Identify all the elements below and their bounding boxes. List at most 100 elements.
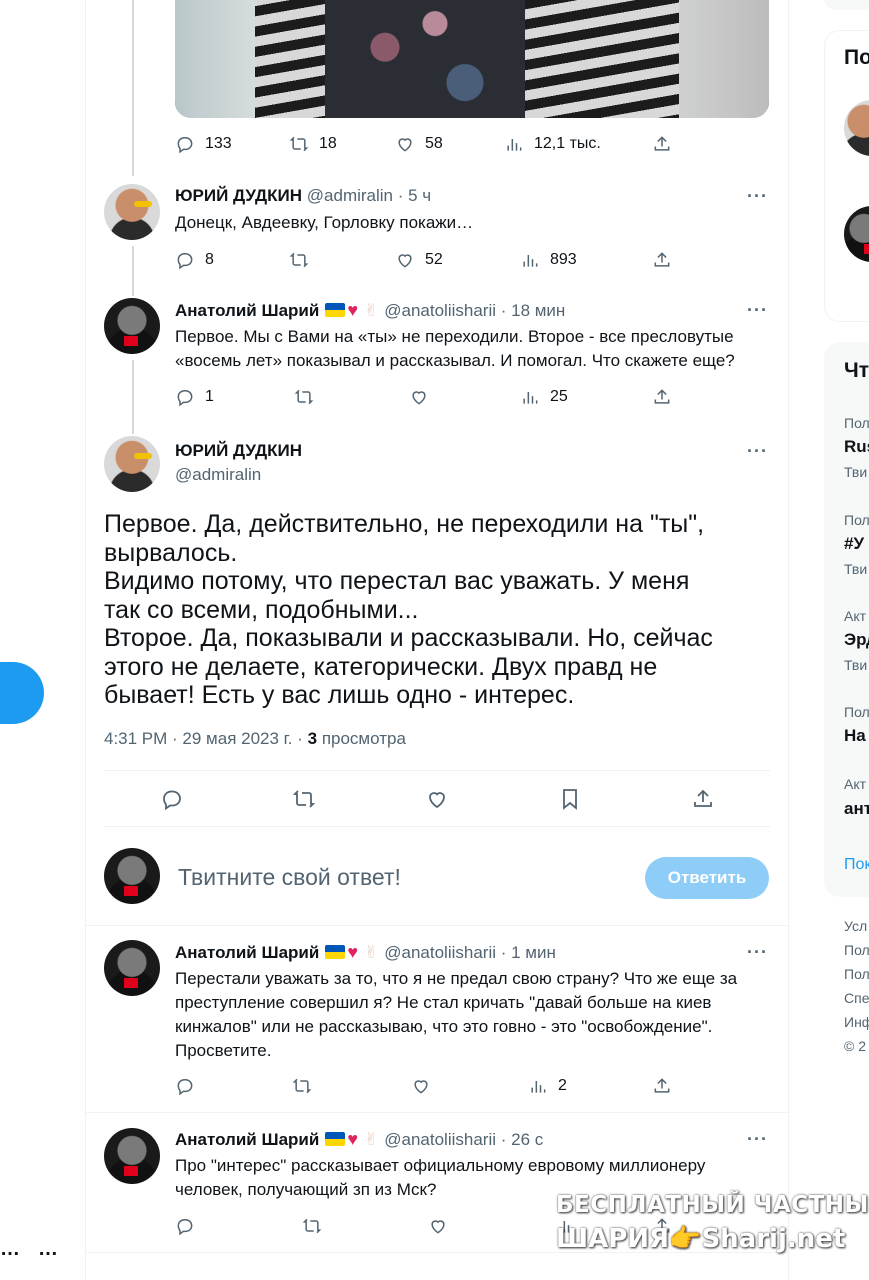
avatar[interactable] xyxy=(104,436,160,492)
like-action[interactable]: 58 xyxy=(395,134,443,154)
reply-action[interactable] xyxy=(175,1216,195,1236)
bar-chart-icon xyxy=(531,1081,546,1093)
views-action[interactable]: 25 xyxy=(520,387,568,407)
author-name[interactable]: Анатолий Шарий xyxy=(175,301,319,320)
victory-hand-icon: ✌ xyxy=(364,1130,379,1149)
footer-link[interactable]: Пол xyxy=(844,942,869,958)
like-action[interactable] xyxy=(409,387,439,407)
retweet-action[interactable] xyxy=(292,1076,322,1096)
reply-action[interactable]: 133 xyxy=(175,134,232,154)
footer-link[interactable]: Спе xyxy=(844,990,869,1006)
tweet-header: ЮРИЙ ДУДКИН @admiralin · 5 ч xyxy=(175,186,431,206)
right-sidebar: По Чт Пол Rus Тви Пол #У Тви Акт Эрд Тви… xyxy=(789,0,869,1280)
retweet-icon xyxy=(289,252,309,268)
divider xyxy=(86,925,790,926)
heart-icon xyxy=(414,1080,428,1094)
trend-name[interactable]: На xyxy=(844,726,866,746)
reply-count: 133 xyxy=(205,135,232,152)
divider xyxy=(104,770,770,771)
author-handle[interactable]: @admiralin xyxy=(175,465,302,485)
views-action[interactable]: 12,1 тыс. xyxy=(504,134,601,154)
heart-icon xyxy=(398,254,412,268)
avatar[interactable] xyxy=(104,1128,160,1184)
trend-context: Пол xyxy=(844,704,869,720)
card-title: По xyxy=(844,46,869,69)
like-action[interactable]: 52 xyxy=(395,250,443,270)
author-handle-time[interactable]: @anatoliisharii · 18 мин xyxy=(384,301,565,320)
heart-icon xyxy=(431,1220,445,1234)
reply-action[interactable]: 1 xyxy=(175,387,214,407)
retweet-action[interactable]: 18 xyxy=(289,134,337,154)
tweet-header: Анатолий Шарий ♥ ✌ @anatoliisharii · 1 мин xyxy=(175,942,556,963)
retweet-action[interactable] xyxy=(292,787,316,811)
more-menu-dots[interactable]: … xyxy=(0,1238,21,1261)
trend-name[interactable]: #У xyxy=(844,534,864,554)
views-action[interactable]: 893 xyxy=(520,250,577,270)
share-icon xyxy=(654,136,670,151)
tweet-media-image[interactable] xyxy=(175,0,769,118)
author-name[interactable]: Анатолий Шарий xyxy=(175,943,319,962)
retweet-icon xyxy=(294,389,314,405)
tweet-timestamp[interactable]: 4:31 PM · 29 мая 2023 г. · 3 просмотра xyxy=(104,729,406,749)
trend-name[interactable]: Rus xyxy=(844,437,869,457)
more-options-icon[interactable]: ··· xyxy=(747,186,768,207)
author-name[interactable]: ЮРИЙ ДУДКИН xyxy=(175,186,302,205)
avatar[interactable] xyxy=(104,184,160,240)
more-options-icon[interactable]: ··· xyxy=(747,300,768,321)
share-action[interactable] xyxy=(652,134,672,154)
author-handle-time[interactable]: @admiralin · 5 ч xyxy=(307,186,431,205)
ukraine-flag-icon xyxy=(325,1132,346,1146)
reply-icon xyxy=(177,1079,193,1096)
trend-name[interactable]: Эрд xyxy=(844,630,869,650)
show-more-link[interactable]: Пок xyxy=(844,856,869,874)
retweet-action[interactable] xyxy=(294,387,324,407)
more-options-icon[interactable]: ··· xyxy=(747,1129,768,1150)
victory-hand-icon: ✌ xyxy=(364,301,379,320)
more-options-icon[interactable]: ··· xyxy=(747,942,768,963)
thread-connector xyxy=(132,246,134,296)
author-name[interactable]: Анатолий Шарий xyxy=(175,1130,319,1149)
thread-connector xyxy=(132,360,134,434)
views-number: 3 xyxy=(307,729,318,748)
retweet-action[interactable] xyxy=(302,1216,322,1236)
avatar[interactable] xyxy=(104,940,160,996)
like-action[interactable] xyxy=(411,1076,441,1096)
author-name[interactable]: ЮРИЙ ДУДКИН xyxy=(175,441,302,461)
reply-icon xyxy=(177,253,193,270)
footer-link[interactable]: Усл xyxy=(844,918,867,934)
reply-action[interactable]: 8 xyxy=(175,250,214,270)
trend-context: Пол xyxy=(844,512,869,528)
like-action[interactable] xyxy=(425,787,449,811)
trend-count: Тви xyxy=(844,464,868,480)
views-action[interactable]: 2 xyxy=(528,1076,567,1096)
retweet-action[interactable] xyxy=(289,250,319,270)
retweet-icon xyxy=(292,790,316,808)
like-action[interactable] xyxy=(428,1216,448,1236)
share-action[interactable] xyxy=(691,787,715,811)
account-more-dots[interactable]: … xyxy=(38,1238,59,1261)
tweet-text: Первое. Мы с Вами на «ты» не переходили.… xyxy=(175,327,735,370)
reply-submit-button[interactable]: Ответить xyxy=(645,857,769,899)
views-label: просмотра xyxy=(317,729,406,748)
reply-action[interactable] xyxy=(175,1076,205,1096)
main-timeline: 133 18 58 12,1 тыс. ЮРИЙ ДУДКИН @admiral… xyxy=(85,0,790,1280)
author-handle-time[interactable]: @anatoliisharii · 26 с xyxy=(384,1130,543,1149)
compose-tweet-button[interactable] xyxy=(0,662,44,724)
share-action[interactable] xyxy=(652,387,672,407)
reply-action[interactable] xyxy=(160,787,184,811)
share-action[interactable] xyxy=(652,1076,672,1096)
footer-link[interactable]: Инф xyxy=(844,1014,869,1030)
victory-hand-icon: ✌ xyxy=(364,943,379,962)
view-count: 12,1 тыс. xyxy=(534,135,601,152)
trend-name[interactable]: ант xyxy=(844,799,869,819)
time-text: 4:31 PM · 29 мая 2023 г. · xyxy=(104,729,308,748)
reply-input[interactable]: Твитните свой ответ! xyxy=(178,864,401,891)
reply-icon xyxy=(177,137,193,154)
author-handle-time[interactable]: @anatoliisharii · 1 мин xyxy=(384,943,556,962)
more-options-icon[interactable]: ··· xyxy=(747,441,768,462)
footer-link[interactable]: Пол xyxy=(844,966,869,982)
avatar[interactable] xyxy=(104,298,160,354)
share-action[interactable] xyxy=(652,250,672,270)
heart-icon xyxy=(429,792,445,809)
bookmark-action[interactable] xyxy=(558,787,582,811)
